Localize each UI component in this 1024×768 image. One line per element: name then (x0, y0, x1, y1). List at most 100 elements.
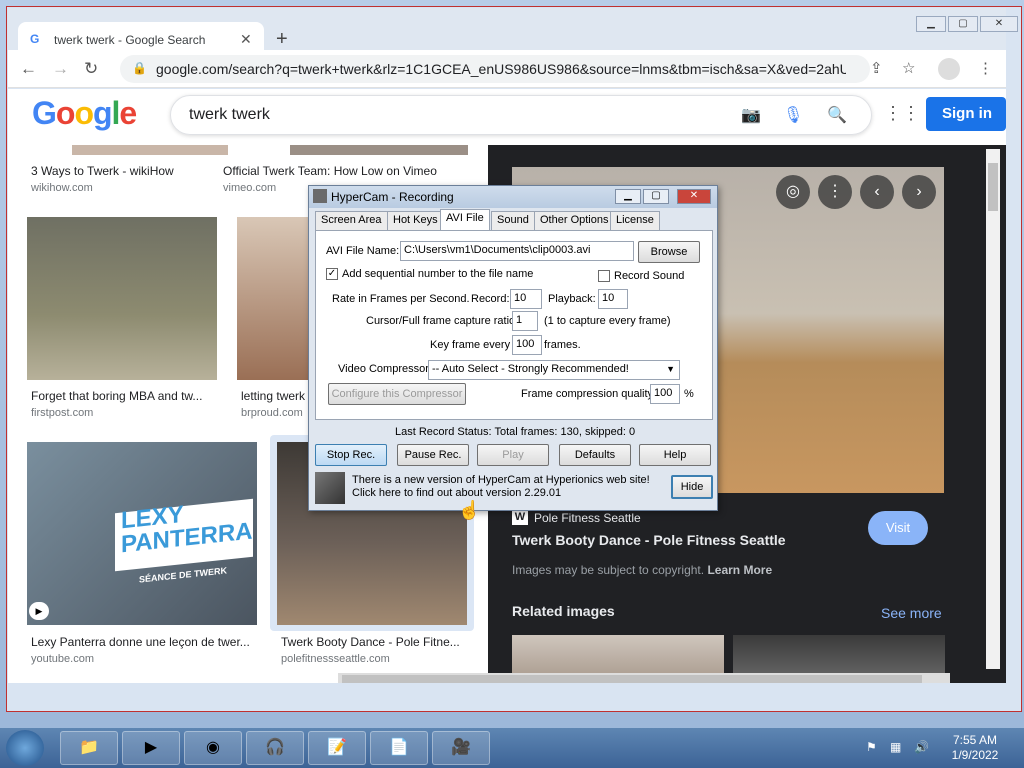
tab-screen-area[interactable]: Screen Area (315, 211, 388, 230)
record-rate-label: Record: (471, 293, 510, 305)
result-caption[interactable]: Forget that boring MBA and tw... (31, 389, 202, 403)
browse-button[interactable]: Browse (638, 241, 700, 263)
hc-maximize-button[interactable]: ▢ (643, 189, 669, 204)
notepad-plus-taskbar-icon[interactable]: 📝 (308, 731, 366, 765)
bookmark-star-icon[interactable]: ☆ (902, 59, 915, 77)
result-thumbnail[interactable]: LEXY PANTERRA SÉANCE DE TWERK ▶ (27, 442, 257, 625)
sequential-checkbox[interactable]: ✓ (326, 268, 338, 280)
learn-more-link[interactable]: Learn More (707, 563, 772, 577)
quality-unit: % (684, 388, 694, 400)
result-thumbnail[interactable] (72, 145, 228, 155)
hypercam-camera-icon (315, 472, 345, 504)
lens-icon[interactable]: ◎ (776, 175, 810, 209)
hc-minimize-button[interactable]: ▁ (615, 189, 641, 204)
tab-sound[interactable]: Sound (491, 211, 535, 230)
chevron-down-icon: ▼ (666, 364, 675, 374)
chrome-taskbar-icon[interactable]: ◉ (184, 731, 242, 765)
next-icon[interactable]: › (902, 175, 936, 209)
horizontal-scrollbar[interactable] (338, 673, 950, 683)
camera-icon[interactable]: 📷 (741, 105, 761, 125)
ratio-note: (1 to capture every frame) (544, 315, 671, 327)
tab-hot-keys[interactable]: Hot Keys (387, 211, 444, 230)
browser-toolbar: ← → ↻ 🔒 google.com/search?q=twerk+twerk&… (8, 50, 1006, 88)
scroll-thumb[interactable] (988, 163, 998, 211)
playback-rate-field[interactable]: 10 (598, 289, 628, 309)
result-caption[interactable]: Official Twerk Team: How Low on Vimeo (223, 164, 437, 178)
more-options-icon[interactable]: ⋮ (818, 175, 852, 209)
play-button[interactable]: Play (477, 444, 549, 466)
stop-rec-button[interactable]: Stop Rec. (315, 444, 387, 466)
scroll-thumb[interactable] (342, 675, 922, 683)
start-button[interactable] (6, 730, 44, 766)
google-logo[interactable]: Google (32, 95, 137, 132)
compressor-select[interactable]: -- Auto Select - Strongly Recommended! ▼ (428, 360, 680, 380)
defaults-button[interactable]: Defaults (559, 444, 631, 466)
hypercam-taskbar-icon[interactable]: 🎥 (432, 731, 490, 765)
window-controls: ▁ ▢ ✕ (916, 16, 1020, 34)
media-player-taskbar-icon[interactable]: ▶ (122, 731, 180, 765)
tab-avi-file[interactable]: AVI File (440, 209, 490, 231)
explorer-taskbar-icon[interactable]: 📁 (60, 731, 118, 765)
ratio-field[interactable]: 1 (512, 311, 538, 331)
search-query: twerk twerk (189, 106, 270, 123)
pause-rec-button[interactable]: Pause Rec. (397, 444, 469, 466)
result-thumbnail[interactable] (237, 217, 317, 380)
hypercam-dialog: HyperCam - Recording ▁ ▢ ✕ Screen Area H… (308, 185, 718, 511)
close-button[interactable]: ✕ (980, 16, 1018, 32)
reload-icon[interactable]: ↻ (84, 59, 98, 79)
record-sound-label: Record Sound (614, 270, 685, 282)
play-icon[interactable]: ▶ (29, 602, 49, 620)
profile-avatar[interactable] (938, 58, 960, 80)
see-more-link[interactable]: See more (881, 605, 942, 621)
address-bar[interactable]: 🔒 google.com/search?q=twerk+twerk&rlz=1C… (120, 55, 870, 83)
volume-icon[interactable]: 🔊 (914, 740, 929, 754)
result-thumbnail[interactable] (27, 217, 217, 380)
tab-close-icon[interactable]: ✕ (240, 31, 252, 48)
search-box[interactable]: twerk twerk 📷 🎙 🔍 (170, 95, 872, 135)
audacity-taskbar-icon[interactable]: 🎧 (246, 731, 304, 765)
network-icon[interactable]: ▦ (890, 740, 901, 754)
hypercam-titlebar[interactable]: HyperCam - Recording ▁ ▢ ✕ (309, 186, 717, 208)
quality-field[interactable]: 100 (650, 384, 680, 404)
keyframe-field[interactable]: 100 (512, 335, 542, 355)
maximize-button[interactable]: ▢ (948, 16, 978, 32)
vertical-scrollbar[interactable] (986, 149, 1000, 669)
search-icon[interactable]: 🔍 (827, 105, 847, 125)
hc-close-button[interactable]: ✕ (677, 189, 711, 204)
visit-button[interactable]: Visit (868, 511, 928, 545)
url-text: google.com/search?q=twerk+twerk&rlz=1C1G… (156, 61, 846, 77)
result-thumbnail[interactable] (290, 145, 468, 155)
back-icon[interactable]: ← (20, 59, 37, 79)
result-caption[interactable]: Lexy Panterra donne une leçon de twer... (31, 635, 250, 649)
result-source: vimeo.com (223, 182, 277, 194)
hide-button[interactable]: Hide (671, 475, 713, 499)
menu-kebab-icon[interactable]: ⋮ (978, 59, 993, 77)
result-caption[interactable]: Twerk Booty Dance - Pole Fitne... (281, 635, 460, 649)
share-icon[interactable]: ⇪ (870, 59, 883, 77)
record-rate-field[interactable]: 10 (510, 289, 542, 309)
minimize-button[interactable]: ▁ (916, 16, 946, 32)
related-heading: Related images (512, 603, 615, 619)
new-tab-button[interactable]: + (276, 28, 288, 51)
result-caption[interactable]: 3 Ways to Twerk - wikiHow (31, 164, 174, 178)
help-button[interactable]: Help (639, 444, 711, 466)
previous-icon[interactable]: ‹ (860, 175, 894, 209)
sign-in-button[interactable]: Sign in (926, 97, 1006, 131)
notepad-taskbar-icon[interactable]: 📄 (370, 731, 428, 765)
tab-license[interactable]: License (610, 211, 660, 230)
clock[interactable]: 7:55 AM 1/9/2022 (940, 733, 1010, 763)
action-center-icon[interactable]: ⚑ (866, 740, 877, 754)
tab-other-options[interactable]: Other Options (534, 211, 615, 230)
result-caption[interactable]: letting twerk (241, 389, 305, 403)
record-sound-checkbox[interactable] (598, 270, 610, 282)
keyframe-label: Key frame every (430, 339, 511, 351)
result-source: firstpost.com (31, 407, 94, 419)
forward-icon[interactable]: → (52, 59, 69, 79)
microphone-icon[interactable]: 🎙 (783, 105, 803, 125)
preview-title[interactable]: Twerk Booty Dance - Pole Fitness Seattle (512, 532, 786, 548)
google-favicon-icon: G (30, 32, 40, 46)
update-notice[interactable]: There is a new version of HyperCam at Hy… (352, 474, 668, 500)
file-name-field[interactable]: C:\Users\vm1\Documents\clip0003.avi (400, 241, 634, 261)
configure-compressor-button[interactable]: Configure this Compressor (328, 383, 466, 405)
preview-site[interactable]: Pole Fitness Seattle (534, 511, 641, 525)
